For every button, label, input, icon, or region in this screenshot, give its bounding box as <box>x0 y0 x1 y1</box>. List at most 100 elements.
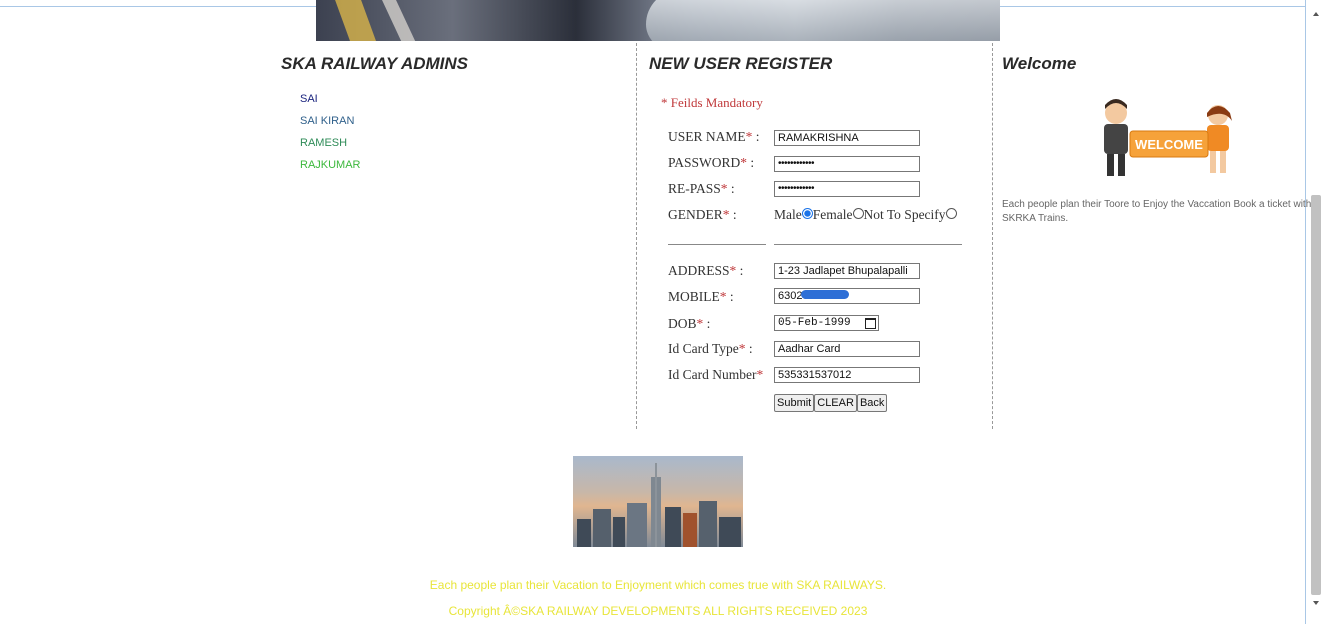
idtype-input[interactable]: Aadhar Card <box>774 341 920 357</box>
label-colon: : <box>736 263 744 278</box>
gender-other-label: Not To Specify <box>863 207 946 222</box>
admin-link[interactable]: SAI KIRAN <box>300 115 361 137</box>
label-colon: : <box>752 129 760 144</box>
skyline-building <box>593 509 611 547</box>
dob-input[interactable]: 05-Feb-1999 <box>774 315 879 331</box>
skyline-building <box>699 501 717 547</box>
footer-tagline: Each people plan their Vacation to Enjoy… <box>429 578 887 592</box>
password-label-text: PASSWORD <box>668 155 741 170</box>
repass-input[interactable]: •••••••••••• <box>774 181 920 197</box>
label-colon: : <box>729 207 737 222</box>
railway-banner-image <box>316 0 1000 41</box>
password-row: PASSWORD* : <box>668 155 774 171</box>
welcome-description: Each people plan their Toore to Enjoy th… <box>1002 199 1312 224</box>
admin-label[interactable]: SAI KIRAN <box>300 115 354 127</box>
required-star: * <box>719 289 727 304</box>
register-heading: NEW USER REGISTER <box>649 54 833 73</box>
divider <box>774 244 962 245</box>
admin-link[interactable]: RAJKUMAR <box>300 159 361 181</box>
banner-rail <box>382 0 424 41</box>
idnum-row: Id Card Number* <box>668 367 774 383</box>
admin-label[interactable]: RAMESH <box>300 137 347 149</box>
repass-label: RE-PASS* : <box>668 181 774 197</box>
idtype-row: Id Card Type* : <box>668 341 774 357</box>
admin-link[interactable]: RAMESH <box>300 137 361 159</box>
username-label-text: USER NAME <box>668 129 746 144</box>
gender-other-radio[interactable] <box>945 208 957 219</box>
welcome-sign-text: WELCOME <box>1135 137 1203 152</box>
repass-row: RE-PASS* : <box>668 181 774 197</box>
dob-label-text: DOB <box>668 316 697 331</box>
username-label: USER NAME* : <box>668 129 774 145</box>
address-row: ADDRESS* : <box>668 263 774 279</box>
welcome-illustration: WELCOME <box>1086 91 1251 183</box>
gender-options: Male Female Not To Specify <box>774 207 957 223</box>
admin-list: SAI SAI KIRAN RAMESH RAJKUMAR <box>300 93 361 181</box>
idnum-input[interactable]: 535331537012 <box>774 367 920 383</box>
mobile-row: MOBILE* : <box>668 289 774 305</box>
gender-label-text: GENDER <box>668 207 723 222</box>
form-buttons: Submit CLEAR Back <box>774 393 888 412</box>
idnum-label: Id Card Number* <box>668 367 774 383</box>
address-label: ADDRESS* : <box>668 263 774 279</box>
clear-button[interactable]: CLEAR <box>814 394 857 412</box>
label-colon: : <box>726 289 734 304</box>
repass-label-text: RE-PASS <box>668 181 721 196</box>
scroll-up-icon[interactable] <box>1313 12 1319 16</box>
required-star: * <box>720 181 728 196</box>
label-colon: : <box>747 155 755 170</box>
scrollbar-thumb[interactable] <box>1311 195 1321 595</box>
required-star: * <box>722 207 730 222</box>
gender-male-label: Male <box>774 207 802 222</box>
admins-heading: SKA RAILWAY ADMINS <box>281 54 469 73</box>
gender-female-radio[interactable] <box>852 208 864 219</box>
dob-value: 05-Feb-1999 <box>778 317 851 329</box>
divider <box>668 244 766 245</box>
dob-label: DOB* : <box>668 316 774 332</box>
admin-link[interactable]: SAI <box>300 93 361 115</box>
admins-column: SKA RAILWAY ADMINS SAI SAI KIRAN RAMESH … <box>280 43 635 429</box>
dob-row: DOB* : <box>668 316 774 332</box>
mobile-label-text: MOBILE <box>668 289 720 304</box>
back-button[interactable]: Back <box>856 394 888 412</box>
redaction-mark <box>801 290 849 299</box>
address-input[interactable]: 1-23 Jadlapet Bhupalapalli <box>774 263 920 279</box>
city-skyline-image <box>573 456 743 547</box>
skyline-building <box>683 513 697 547</box>
password-input[interactable]: •••••••••••• <box>774 156 920 172</box>
calendar-icon[interactable] <box>865 318 876 329</box>
gender-label: GENDER* : <box>668 207 774 223</box>
address-label-text: ADDRESS <box>668 263 730 278</box>
skyline-building <box>613 517 625 547</box>
password-label: PASSWORD* : <box>668 155 774 171</box>
gender-female-label: Female <box>812 207 853 222</box>
admin-label[interactable]: SAI <box>300 93 318 105</box>
mobile-label: MOBILE* : <box>668 289 774 305</box>
gender-row: GENDER* : <box>668 207 774 223</box>
label-colon: : <box>745 341 753 356</box>
admin-label[interactable]: RAJKUMAR <box>300 159 361 171</box>
required-star: * <box>756 367 764 382</box>
idnum-label-text: Id Card Number <box>668 367 757 382</box>
idtype-label: Id Card Type* : <box>668 341 774 357</box>
welcome-heading: Welcome <box>1002 54 1077 73</box>
skyline-building <box>665 507 681 547</box>
skyline-building <box>719 517 741 547</box>
skyline-building <box>627 503 647 547</box>
banner-train <box>646 0 1000 41</box>
username-row: USER NAME* : <box>668 129 774 145</box>
footer-copyright: Copyright Â©SKA RAILWAY DEVELOPMENTS ALL… <box>448 604 868 618</box>
submit-button[interactable]: Submit <box>774 394 815 412</box>
required-star: * <box>738 341 746 356</box>
welcome-column: Welcome WELCOME Each people plan their T… <box>992 43 1312 429</box>
label-colon: : <box>727 181 735 196</box>
skyline-building <box>655 463 657 547</box>
gender-male-radio[interactable] <box>801 208 813 219</box>
mandatory-note: * Feilds Mandatory <box>661 95 763 110</box>
banner-rail <box>335 0 383 41</box>
idtype-label-text: Id Card Type <box>668 341 739 356</box>
register-column: NEW USER REGISTER * Feilds Mandatory USE… <box>636 43 993 429</box>
label-colon: : <box>703 316 711 331</box>
username-input[interactable]: RAMAKRISHNA <box>774 130 920 146</box>
skyline-building <box>577 519 591 547</box>
